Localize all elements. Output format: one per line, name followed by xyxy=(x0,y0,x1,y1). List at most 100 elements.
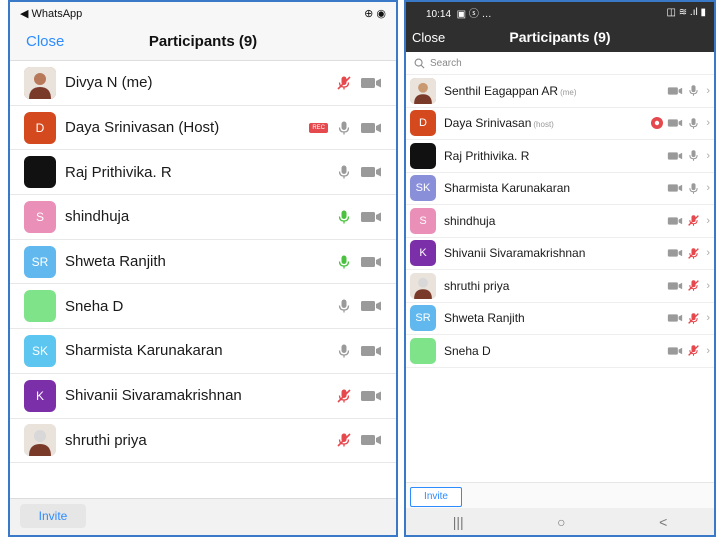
video-camera-icon[interactable] xyxy=(667,151,683,161)
mic-icon[interactable] xyxy=(336,120,352,136)
video-camera-icon[interactable] xyxy=(667,86,683,96)
participant-row[interactable]: K Shivanii Sivaramakrishnan xyxy=(10,374,396,419)
back-icon[interactable]: < xyxy=(659,514,667,530)
chevron-right-icon[interactable]: › xyxy=(706,117,710,129)
invite-button[interactable]: Invite xyxy=(410,487,462,507)
participant-row[interactable]: Sshindhuja › xyxy=(406,205,714,238)
participant-row[interactable]: Sshindhuja xyxy=(10,195,396,240)
video-camera-icon[interactable] xyxy=(360,255,382,269)
mic-icon[interactable] xyxy=(336,343,352,359)
mic-icon[interactable] xyxy=(687,149,700,162)
participant-name-text: Shivanii Sivaramakrishnan xyxy=(444,246,586,261)
chevron-right-icon[interactable]: › xyxy=(706,312,710,324)
participant-name: Sneha D xyxy=(65,297,124,315)
mic-icon[interactable] xyxy=(336,209,352,225)
avatar-initials: SR xyxy=(31,254,49,269)
mic-muted-icon[interactable] xyxy=(687,247,700,260)
video-camera-icon[interactable] xyxy=(667,248,683,258)
chevron-right-icon[interactable]: › xyxy=(706,247,710,259)
avatar: K xyxy=(24,379,56,412)
participant-row[interactable]: Sneha D › xyxy=(406,335,714,368)
participant-name: Senthil Eagappan AR (me) xyxy=(444,84,667,98)
participant-row[interactable]: SR Shweta Ranjith xyxy=(10,240,396,285)
video-camera-icon[interactable] xyxy=(360,433,382,447)
participant-row[interactable]: shruthi priya › xyxy=(406,270,714,303)
invite-button[interactable]: Invite xyxy=(20,504,86,528)
participant-row[interactable]: Senthil Eagappan AR (me) › xyxy=(406,75,714,108)
participant-row[interactable]: SR Shweta Ranjith › xyxy=(406,303,714,335)
mic-muted-icon[interactable] xyxy=(687,214,700,227)
chevron-right-icon[interactable]: › xyxy=(706,150,710,162)
participant-role-tag: (host) xyxy=(533,120,554,130)
video-camera-icon[interactable] xyxy=(667,118,683,128)
participant-name: shruthi priya xyxy=(444,279,667,293)
video-camera-icon[interactable] xyxy=(667,216,683,226)
page-title: Participants (9) xyxy=(509,29,611,45)
mic-icon[interactable] xyxy=(336,254,352,270)
video-camera-icon[interactable] xyxy=(667,346,683,356)
video-camera-icon[interactable] xyxy=(360,299,382,313)
participant-row[interactable]: Raj Prithivika. R › xyxy=(406,140,714,173)
participant-controls: › xyxy=(667,84,710,97)
participant-row[interactable]: SK Sharmista Karunakaran xyxy=(10,329,396,374)
video-camera-icon[interactable] xyxy=(360,210,382,224)
avatar: SK xyxy=(410,175,436,202)
chevron-right-icon[interactable]: › xyxy=(706,182,710,194)
chevron-right-icon[interactable]: › xyxy=(706,215,710,227)
recording-icon xyxy=(651,117,664,130)
participant-row[interactable]: D Daya Srinivasan (host) › xyxy=(406,108,714,140)
participant-row[interactable]: Sneha D xyxy=(10,284,396,330)
recording-badge: REC xyxy=(309,122,328,133)
mic-icon[interactable] xyxy=(687,182,700,195)
mic-icon[interactable] xyxy=(687,84,700,97)
search-input[interactable]: Search xyxy=(406,52,714,75)
left-phone-screen: ◀ WhatsApp ⊕ ◉ Close Participants (9) Di… xyxy=(8,0,398,537)
avatar-initials: S xyxy=(419,214,427,227)
participant-name: Raj Prithivika. R xyxy=(444,149,667,163)
home-icon[interactable]: ○ xyxy=(557,514,565,530)
chevron-right-icon[interactable]: › xyxy=(706,280,710,292)
participant-name-text: Sharmista Karunakaran xyxy=(444,181,571,196)
video-camera-icon[interactable] xyxy=(360,121,382,135)
participant-name: Daya Srinivasan (host) xyxy=(444,116,651,130)
participant-name-text: shindhuja xyxy=(444,213,496,228)
mic-muted-icon[interactable] xyxy=(687,344,700,357)
video-camera-icon[interactable] xyxy=(360,344,382,358)
participant-name-text: Raj Prithivika. R xyxy=(444,148,530,163)
mic-icon[interactable] xyxy=(336,298,352,314)
back-to-app[interactable]: ◀ WhatsApp xyxy=(20,7,82,20)
video-camera-icon[interactable] xyxy=(360,76,382,90)
chevron-right-icon[interactable]: › xyxy=(706,85,710,97)
avatar: SR xyxy=(24,245,56,278)
video-camera-icon[interactable] xyxy=(360,389,382,403)
participant-row[interactable]: SK Sharmista Karunakaran › xyxy=(406,173,714,205)
video-camera-icon[interactable] xyxy=(360,165,382,179)
chevron-right-icon[interactable]: › xyxy=(706,345,710,357)
participant-row[interactable]: D Daya Srinivasan (Host) REC xyxy=(10,106,396,151)
mic-icon[interactable] xyxy=(336,164,352,180)
video-camera-icon[interactable] xyxy=(667,183,683,193)
avatar-initials: SK xyxy=(415,182,431,195)
participant-name-text: Sneha D xyxy=(444,343,491,358)
avatar: SR xyxy=(410,305,436,332)
participant-row[interactable]: K Shivanii Sivaramakrishnan › xyxy=(406,238,714,270)
participant-row[interactable]: Raj Prithivika. R xyxy=(10,150,396,196)
mic-muted-icon[interactable] xyxy=(687,279,700,292)
mic-muted-icon[interactable] xyxy=(336,432,352,448)
participant-row[interactable]: shruthi priya xyxy=(10,419,396,464)
participant-name: Shivanii Sivaramakrishnan xyxy=(444,246,667,260)
mic-muted-icon[interactable] xyxy=(336,388,352,404)
mic-icon[interactable] xyxy=(687,117,700,130)
video-camera-icon[interactable] xyxy=(667,281,683,291)
participant-role-tag: (me) xyxy=(560,87,577,97)
avatar: K xyxy=(410,240,436,267)
participant-row[interactable]: Divya N (me) xyxy=(10,61,396,106)
mic-muted-icon[interactable] xyxy=(336,75,352,91)
participant-controls xyxy=(336,388,382,404)
participant-controls xyxy=(336,209,382,225)
participant-name: shindhuja xyxy=(65,208,130,226)
video-camera-icon[interactable] xyxy=(667,313,683,323)
recents-icon[interactable]: ||| xyxy=(453,514,464,530)
participant-name-text: Senthil Eagappan AR xyxy=(444,83,559,98)
mic-muted-icon[interactable] xyxy=(687,312,700,325)
